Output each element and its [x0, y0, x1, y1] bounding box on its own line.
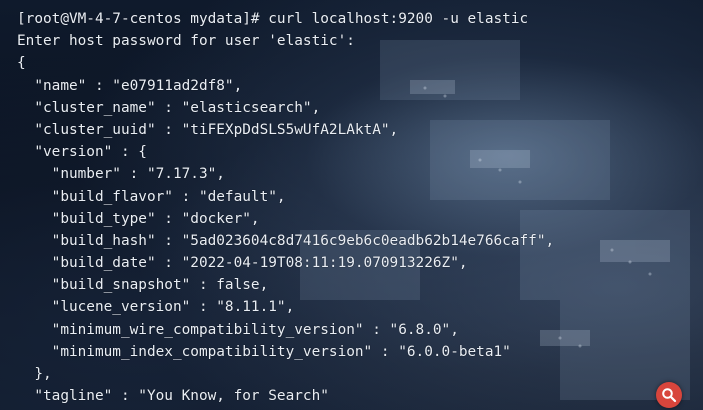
terminal-line: "build_hash" : "5ad023604c8d7416c9eb6c0e… [17, 232, 555, 249]
terminal-line: "build_type" : "docker", [17, 210, 260, 227]
terminal-line: "minimum_index_compatibility_version" : … [17, 343, 511, 360]
terminal-output: [root@VM-4-7-centos mydata]# curl localh… [17, 8, 554, 407]
terminal-window[interactable]: [root@VM-4-7-centos mydata]# curl localh… [0, 0, 703, 410]
terminal-line: "build_date" : "2022-04-19T08:11:19.0709… [17, 255, 468, 272]
terminal-line: Enter host password for user 'elastic': [17, 33, 355, 50]
terminal-line: }, [17, 366, 52, 382]
terminal-line: "build_snapshot" : false, [17, 277, 269, 294]
terminal-line: "version" : { [17, 144, 147, 161]
terminal-line: "cluster_name" : "elasticsearch", [17, 99, 321, 116]
terminal-line: "cluster_uuid" : "tiFEXpDdSLS5wUfA2LAktA… [17, 121, 399, 138]
terminal-line: "build_flavor" : "default", [17, 188, 286, 205]
terminal-line: "lucene_version" : "8.11.1", [17, 299, 295, 316]
terminal-line: { [17, 55, 26, 72]
terminal-line: "number" : "7.17.3", [17, 166, 225, 183]
terminal-line: "minimum_wire_compatibility_version" : "… [17, 321, 459, 338]
terminal-line: "tagline" : "You Know, for Search" [17, 388, 329, 405]
terminal-line: [root@VM-4-7-centos mydata]# curl localh… [17, 11, 529, 27]
search-icon[interactable] [656, 382, 682, 408]
terminal-line: "name" : "e07911ad2df8", [17, 77, 243, 94]
